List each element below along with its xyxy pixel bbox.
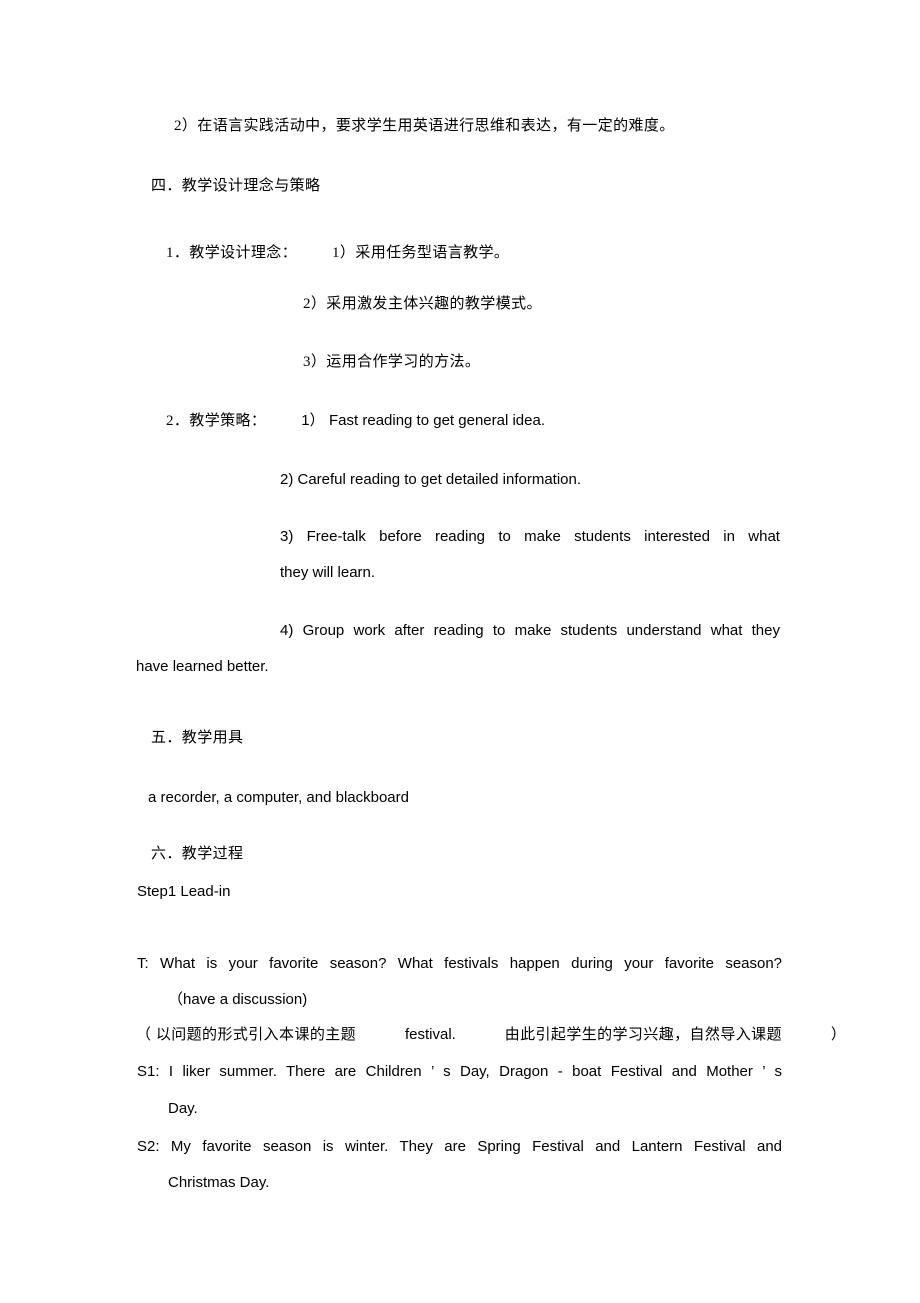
w: what bbox=[748, 528, 780, 545]
teaching-strategy-row: 2．教学策略： 1） Fast reading to get general i… bbox=[166, 413, 545, 429]
dialogue-teacher-line-1: T: What is your favorite season? What fe… bbox=[137, 956, 782, 971]
w: What bbox=[397, 955, 433, 972]
w: is bbox=[322, 1138, 334, 1155]
w: Day, bbox=[460, 1063, 490, 1080]
w: season bbox=[262, 1138, 312, 1155]
w: after bbox=[394, 622, 425, 639]
w: your bbox=[624, 955, 654, 972]
dialogue-s1-line-1: S1: I liker summer. There are Children ’… bbox=[137, 1064, 782, 1079]
section-heading-six: 六．教学过程 bbox=[151, 846, 244, 862]
w: make bbox=[514, 622, 552, 639]
w: favorite bbox=[269, 955, 319, 972]
teaching-aids-text: a recorder, a computer, and blackboard bbox=[148, 789, 409, 806]
teaching-concept-label: 1．教学设计理念： bbox=[166, 245, 298, 261]
strategy-item-4-line-2: have learned better. bbox=[136, 658, 269, 675]
section-heading-five: 五．教学用具 bbox=[151, 730, 244, 746]
strategy-item-4-line-1: 4) Group work after reading to make stud… bbox=[280, 623, 780, 638]
strategy-item-3-line-2: they will learn. bbox=[280, 564, 376, 581]
w: are bbox=[444, 1138, 466, 1155]
w: Festival bbox=[610, 1063, 663, 1080]
note-open-paren: （ bbox=[136, 1027, 152, 1043]
note-chinese-part-1: 以问题的形式引入本课的主题 bbox=[155, 1027, 357, 1043]
w: your bbox=[228, 955, 258, 972]
dialogue-s2-line-1: S2: My favorite season is winter. They a… bbox=[137, 1139, 782, 1154]
teaching-concept-item-2: 2）采用激发主体兴趣的教学模式。 bbox=[303, 296, 542, 312]
dialogue-s1-line-2: Day. bbox=[168, 1100, 198, 1117]
w: I bbox=[168, 1063, 174, 1080]
w: work bbox=[353, 622, 386, 639]
w: make bbox=[524, 528, 561, 545]
teaching-concept-row: 1．教学设计理念： 1）采用任务型语言教学。 bbox=[166, 245, 509, 261]
w: before bbox=[379, 528, 422, 545]
w: Mother bbox=[706, 1063, 753, 1080]
w: understand bbox=[626, 622, 702, 639]
step1-heading: Step1 Lead-in bbox=[137, 883, 231, 900]
strategy-item-2: 2) Careful reading to get detailed infor… bbox=[280, 471, 582, 488]
w: liker bbox=[182, 1063, 210, 1080]
w: and bbox=[671, 1063, 697, 1080]
w: Dragon bbox=[499, 1063, 549, 1080]
w: They bbox=[399, 1138, 433, 1155]
w: what bbox=[710, 622, 743, 639]
w: favorite bbox=[202, 1138, 252, 1155]
w: Spring bbox=[477, 1138, 521, 1155]
w: students bbox=[574, 528, 631, 545]
w: to bbox=[492, 622, 506, 639]
w: Group bbox=[302, 622, 345, 639]
w: season? bbox=[329, 955, 387, 972]
w: 3) bbox=[280, 528, 294, 545]
w: What bbox=[160, 955, 196, 972]
note-english-word: festival. bbox=[404, 1026, 456, 1043]
w: are bbox=[334, 1063, 357, 1080]
w: S1: bbox=[137, 1063, 160, 1080]
note-chinese-part-2: 由此引起学生的学习兴趣，自然导入课题 bbox=[504, 1027, 782, 1043]
w: S2: bbox=[137, 1138, 160, 1155]
w: s bbox=[774, 1063, 782, 1080]
w: students bbox=[560, 622, 618, 639]
w: ’ bbox=[762, 1063, 766, 1080]
w: Lantern bbox=[631, 1138, 683, 1155]
w: My bbox=[170, 1138, 191, 1155]
w: reading bbox=[433, 622, 484, 639]
w: interested bbox=[644, 528, 710, 545]
w: 4) bbox=[280, 622, 294, 639]
w: and bbox=[757, 1138, 783, 1155]
w: - boat bbox=[557, 1063, 602, 1080]
note-close-paren: ） bbox=[830, 1027, 847, 1043]
w: summer. bbox=[219, 1063, 277, 1080]
lead-in-note: （ 以问题的形式引入本课的主题 festival. 由此引起学生的学习兴趣，自然… bbox=[136, 1027, 846, 1043]
w: reading bbox=[434, 528, 486, 545]
w: in bbox=[723, 528, 735, 545]
w: Free-talk bbox=[306, 528, 366, 545]
strategy-item-1-number: 1） bbox=[301, 412, 325, 429]
w: to bbox=[498, 528, 511, 545]
w: and bbox=[595, 1138, 621, 1155]
w: Festival bbox=[693, 1138, 746, 1155]
w: s bbox=[443, 1063, 451, 1080]
w: during bbox=[571, 955, 613, 972]
w: happen bbox=[509, 955, 560, 972]
w: ’ bbox=[430, 1063, 434, 1080]
w: winter. bbox=[344, 1138, 389, 1155]
w: There bbox=[286, 1063, 326, 1080]
w: Festival bbox=[532, 1138, 584, 1155]
strategy-item-1-text: Fast reading to get general idea. bbox=[329, 412, 545, 429]
section-heading-four: 四．教学设计理念与策略 bbox=[151, 178, 321, 194]
dialogue-s2-line-2: Christmas Day. bbox=[168, 1174, 270, 1191]
w: they bbox=[751, 622, 780, 639]
difficulty-item-2: 2）在语言实践活动中，要求学生用英语进行思维和表达，有一定的难度。 bbox=[174, 118, 675, 134]
w: is bbox=[206, 955, 218, 972]
document-page: 2）在语言实践活动中，要求学生用英语进行思维和表达，有一定的难度。 四．教学设计… bbox=[0, 0, 920, 1303]
teaching-concept-item-3: 3）运用合作学习的方法。 bbox=[303, 354, 481, 370]
teaching-strategy-label: 2．教学策略： bbox=[166, 413, 267, 429]
strategy-item-3-line-1: 3) Free-talk before reading to make stud… bbox=[280, 529, 780, 544]
w: festivals bbox=[444, 955, 499, 972]
w: T: bbox=[137, 955, 149, 972]
dialogue-teacher-line-2: （have a discussion) bbox=[168, 991, 308, 1008]
w: season? bbox=[725, 955, 783, 972]
w: Children bbox=[365, 1063, 422, 1080]
w: favorite bbox=[664, 955, 714, 972]
teaching-concept-item-1: 1）采用任务型语言教学。 bbox=[332, 245, 510, 261]
